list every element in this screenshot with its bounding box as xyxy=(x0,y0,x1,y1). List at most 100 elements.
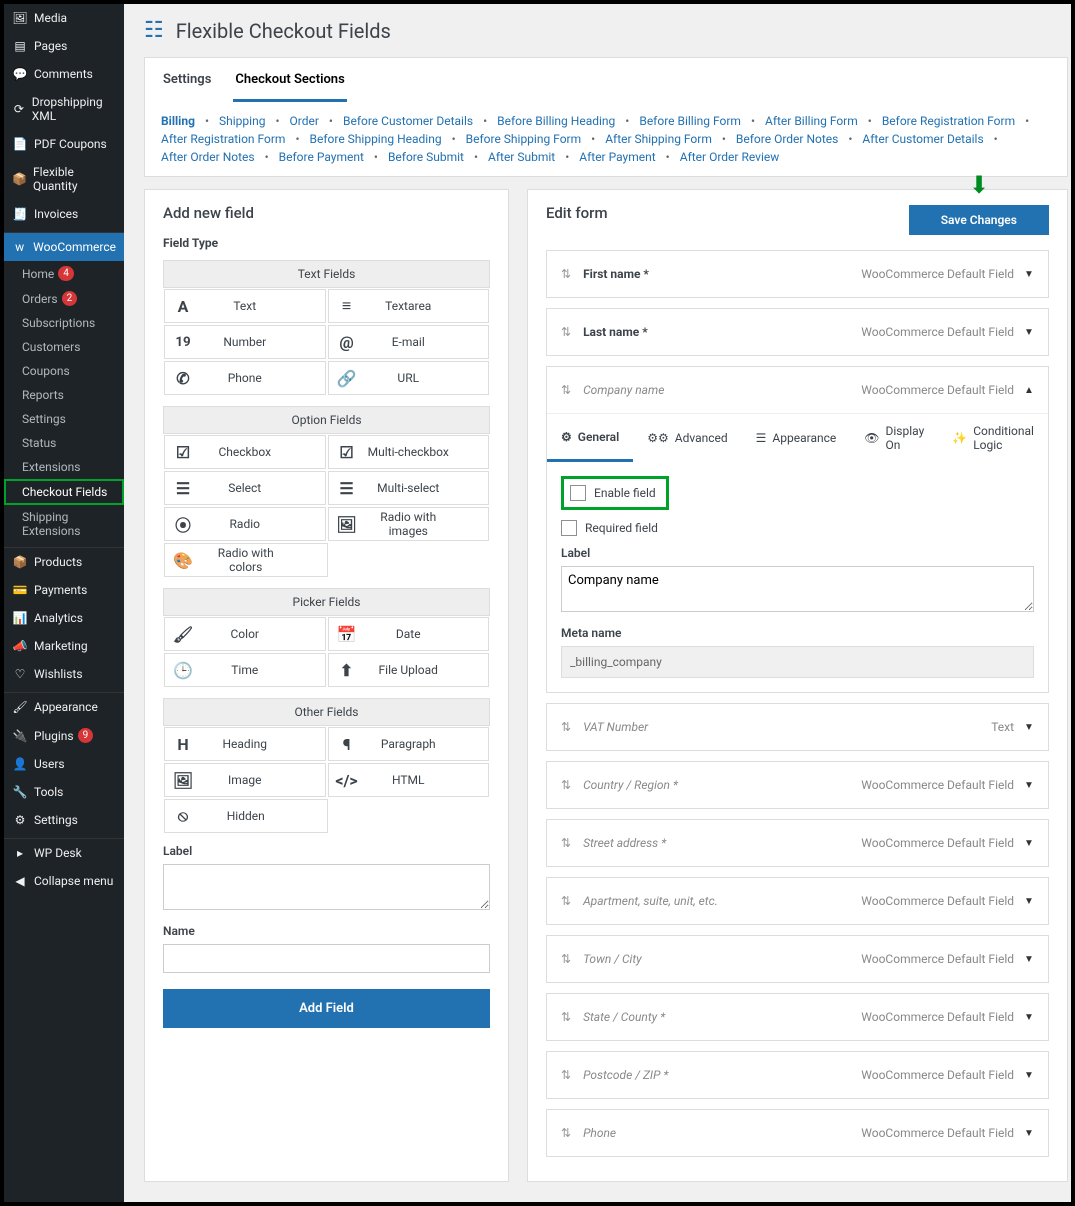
subsection-link[interactable]: After Shipping Form xyxy=(605,132,712,146)
ft-url[interactable]: 🔗URL xyxy=(328,361,490,395)
form-field-row[interactable]: ⇅Last name *WooCommerce Default Field▼ xyxy=(546,308,1049,356)
ft-paragraph[interactable]: ¶Paragraph xyxy=(328,727,490,761)
expand-icon[interactable]: ▼ xyxy=(1024,780,1034,791)
required-field-row[interactable]: Required field xyxy=(561,520,1034,536)
subsection-link[interactable]: Before Registration Form xyxy=(882,114,1015,128)
subsection-link[interactable]: After Billing Form xyxy=(765,114,858,128)
sidebar-item[interactable]: 📦Products xyxy=(4,548,124,576)
tab-checkout-sections[interactable]: Checkout Sections xyxy=(233,58,346,102)
sidebar-item[interactable]: Status xyxy=(4,431,124,455)
sidebar-item[interactable]: ◀Collapse menu xyxy=(4,867,124,895)
form-field-row[interactable]: ⇅PhoneWooCommerce Default Field▼ xyxy=(546,1109,1049,1157)
ft-radio[interactable]: ⦿Radio xyxy=(164,507,326,541)
ft-multicheckbox[interactable]: ☑Multi-checkbox xyxy=(328,435,490,469)
subsection-link[interactable]: After Payment xyxy=(579,150,655,164)
drag-icon[interactable]: ⇅ xyxy=(561,952,571,966)
drag-icon[interactable]: ⇅ xyxy=(561,1068,571,1082)
sidebar-item[interactable]: 📦Flexible Quantity xyxy=(4,158,124,200)
ft-textarea[interactable]: ≡Textarea xyxy=(328,289,490,323)
sidebar-item[interactable]: Orders2 xyxy=(4,286,124,311)
drag-icon[interactable]: ⇅ xyxy=(561,1126,571,1140)
etab-appearance[interactable]: ☰ Appearance xyxy=(742,414,851,462)
sidebar-item[interactable]: 👤Users xyxy=(4,750,124,778)
sidebar-item[interactable]: Settings xyxy=(4,407,124,431)
subsection-link[interactable]: After Registration Form xyxy=(161,132,285,146)
subsection-link[interactable]: After Customer Details xyxy=(862,132,983,146)
subsection-link[interactable]: Before Billing Heading xyxy=(497,114,615,128)
drag-icon[interactable]: ⇅ xyxy=(561,1010,571,1024)
form-field-row[interactable]: ⇅VAT NumberText▼ xyxy=(546,703,1049,751)
expand-icon[interactable]: ▼ xyxy=(1024,838,1034,849)
field-label-input[interactable]: Company name xyxy=(561,566,1034,612)
sidebar-item[interactable]: Coupons xyxy=(4,359,124,383)
drag-icon[interactable]: ⇅ xyxy=(561,325,571,339)
drag-icon[interactable]: ⇅ xyxy=(561,720,571,734)
add-field-button[interactable]: Add Field xyxy=(163,989,490,1028)
etab-display[interactable]: 👁 Display On xyxy=(850,414,938,462)
subsection-link[interactable]: Before Billing Form xyxy=(639,114,741,128)
etab-general[interactable]: ⚙ General xyxy=(547,414,633,462)
ft-image[interactable]: 🖼Image xyxy=(164,763,326,797)
subsection-link[interactable]: Billing xyxy=(161,114,195,128)
sidebar-item[interactable]: ♡Wishlists xyxy=(4,660,124,688)
sidebar-item[interactable]: 📣Marketing xyxy=(4,632,124,660)
form-field-row[interactable]: ⇅Town / CityWooCommerce Default Field▼ xyxy=(546,935,1049,983)
expand-icon[interactable]: ▼ xyxy=(1024,896,1034,907)
sidebar-item[interactable]: Extensions xyxy=(4,455,124,479)
expand-icon[interactable]: ▼ xyxy=(1024,269,1034,280)
expand-icon[interactable]: ▼ xyxy=(1024,1012,1034,1023)
ft-file[interactable]: ⬆File Upload xyxy=(328,653,490,687)
expand-icon[interactable]: ▼ xyxy=(1024,1128,1034,1139)
form-field-row[interactable]: ⇅Apartment, suite, unit, etc.WooCommerce… xyxy=(546,877,1049,925)
sidebar-item[interactable]: 🔌Plugins9 xyxy=(4,721,124,750)
subsection-link[interactable]: Before Customer Details xyxy=(343,114,473,128)
subsection-link[interactable]: Before Shipping Heading xyxy=(310,132,442,146)
form-field-row[interactable]: ⇅Street address *WooCommerce Default Fie… xyxy=(546,819,1049,867)
ft-select[interactable]: ☰Select xyxy=(164,471,326,505)
tab-settings[interactable]: Settings xyxy=(161,58,213,102)
ft-radiocolor[interactable]: 🎨Radio with colors xyxy=(164,543,328,577)
sidebar-item[interactable]: Subscriptions xyxy=(4,311,124,335)
expand-icon[interactable]: ▼ xyxy=(1024,954,1034,965)
ft-time[interactable]: 🕒Time xyxy=(164,653,326,687)
subsection-link[interactable]: After Order Review xyxy=(680,150,780,164)
ft-email[interactable]: @E-mail xyxy=(328,325,490,359)
form-field-row[interactable]: ⇅Country / Region *WooCommerce Default F… xyxy=(546,761,1049,809)
sidebar-item[interactable]: 🧾Invoices xyxy=(4,200,124,228)
sidebar-item[interactable]: Customers xyxy=(4,335,124,359)
drag-icon[interactable]: ⇅ xyxy=(561,778,571,792)
ft-hidden[interactable]: ⦸Hidden xyxy=(164,799,328,833)
drag-icon[interactable]: ⇅ xyxy=(561,383,571,397)
sidebar-item[interactable]: 🖼Media xyxy=(4,4,124,32)
sidebar-item[interactable]: 📄PDF Coupons xyxy=(4,130,124,158)
sidebar-item[interactable]: 💳Payments xyxy=(4,576,124,604)
etab-logic[interactable]: ✨ Conditional Logic xyxy=(938,414,1048,462)
ft-number[interactable]: 19Number xyxy=(164,325,326,359)
sidebar-item[interactable]: Home4 xyxy=(4,261,124,286)
sidebar-item[interactable]: ⚙Settings xyxy=(4,806,124,834)
ft-text[interactable]: AText xyxy=(164,289,326,323)
subsection-link[interactable]: Before Shipping Form xyxy=(466,132,581,146)
drag-icon[interactable]: ⇅ xyxy=(561,267,571,281)
sidebar-item[interactable]: 🖌Appearance xyxy=(4,693,124,721)
sidebar-item[interactable]: Shipping Extensions xyxy=(4,505,124,543)
subsection-link[interactable]: Before Payment xyxy=(279,150,364,164)
sidebar-woocommerce[interactable]: wWooCommerce xyxy=(4,233,124,261)
expand-icon[interactable]: ▼ xyxy=(1024,1070,1034,1081)
save-changes-button[interactable]: Save Changes xyxy=(909,205,1049,235)
ft-radioimg[interactable]: 🖼Radio with images xyxy=(328,507,490,541)
drag-icon[interactable]: ⇅ xyxy=(561,894,571,908)
expand-icon[interactable]: ▼ xyxy=(1024,327,1034,338)
ft-heading[interactable]: HHeading xyxy=(164,727,326,761)
drag-icon[interactable]: ⇅ xyxy=(561,836,571,850)
subsection-link[interactable]: After Order Notes xyxy=(161,150,255,164)
enable-field-row[interactable]: Enable field xyxy=(561,476,669,510)
subsection-link[interactable]: Before Submit xyxy=(388,150,464,164)
sidebar-item[interactable]: 📊Analytics xyxy=(4,604,124,632)
ft-phone[interactable]: ✆Phone xyxy=(164,361,326,395)
subsection-link[interactable]: Before Order Notes xyxy=(736,132,838,146)
sidebar-item[interactable]: 💬Comments xyxy=(4,60,124,88)
ft-date[interactable]: 📅Date xyxy=(328,617,490,651)
form-field-row[interactable]: ⇅Postcode / ZIP *WooCommerce Default Fie… xyxy=(546,1051,1049,1099)
sidebar-item[interactable]: Checkout Fields xyxy=(4,479,124,505)
